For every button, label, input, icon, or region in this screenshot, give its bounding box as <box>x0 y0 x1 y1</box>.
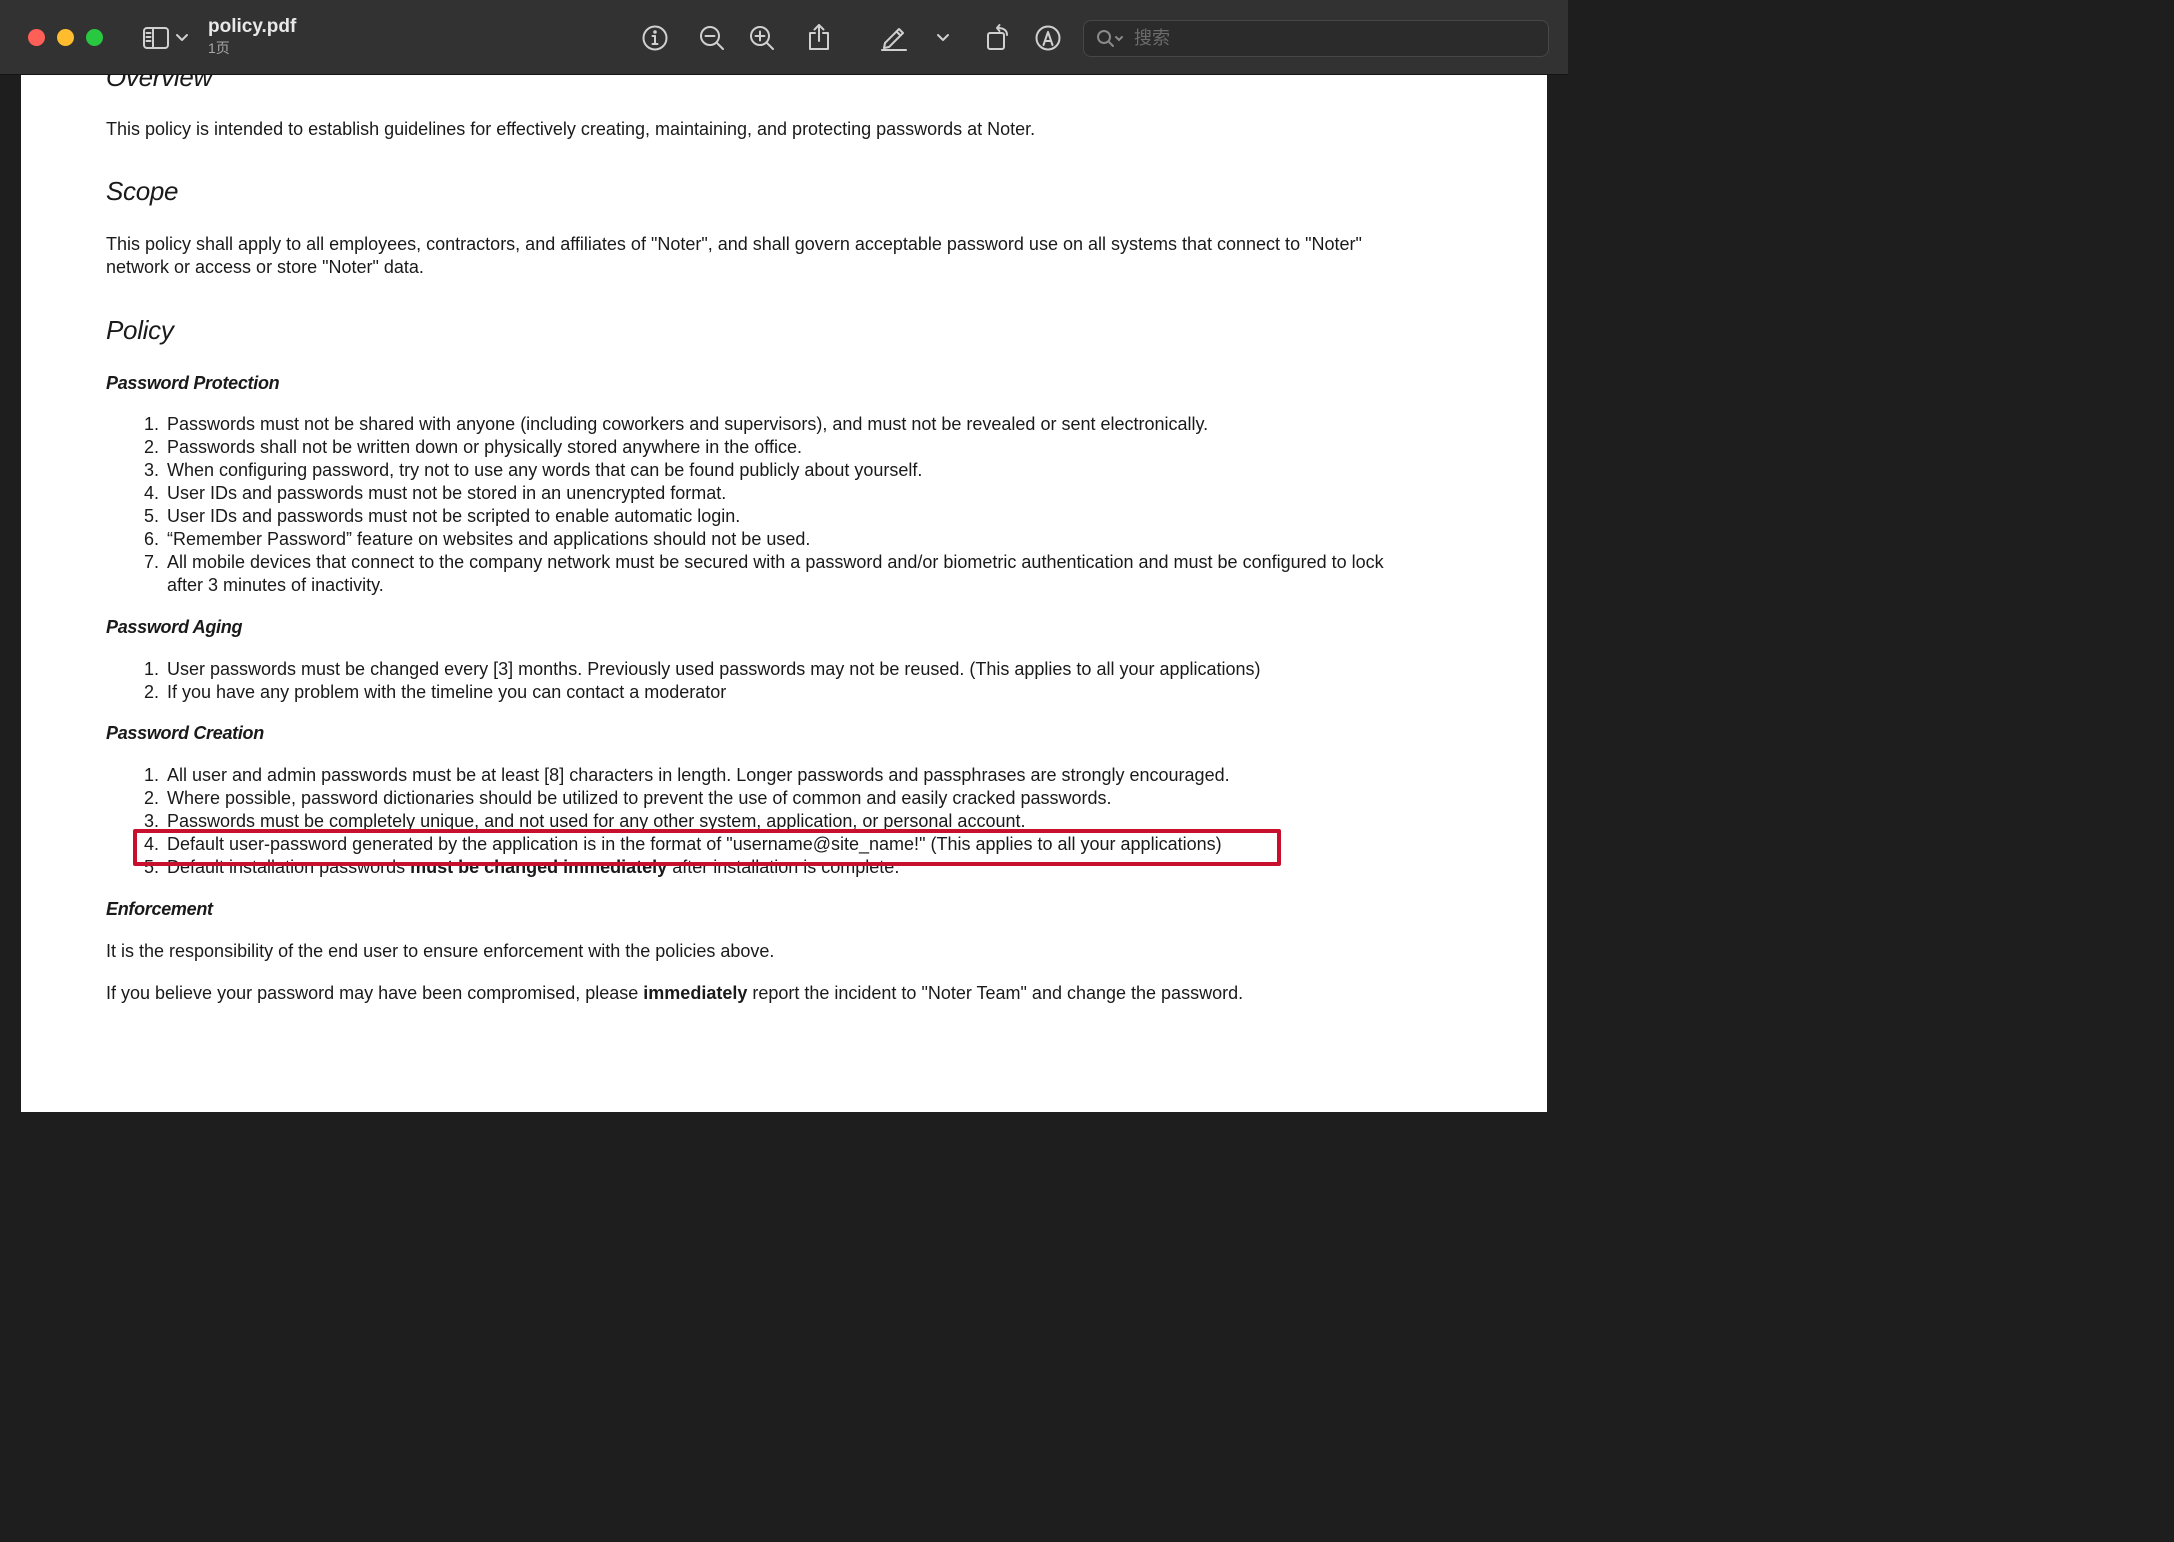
markup-button[interactable] <box>1032 22 1064 54</box>
list-number: 1. <box>143 414 159 434</box>
list-number: 4. <box>143 483 159 503</box>
text-bold: immediately <box>643 983 748 1003</box>
list-number: 3. <box>143 460 159 480</box>
list-text: User IDs and passwords must not be scrip… <box>167 506 741 526</box>
list-text: after 3 minutes of inactivity. <box>167 575 384 595</box>
highlight-options-button[interactable] <box>935 30 951 46</box>
sidebar-options-button[interactable] <box>174 30 190 46</box>
enforcement-text-2: If you believe your password may have be… <box>106 982 1243 1005</box>
document-title-block: policy.pdf 1页 <box>208 16 296 57</box>
overview-text: This policy is intended to establish gui… <box>106 119 1036 139</box>
markup-icon <box>1035 25 1061 51</box>
zoom-out-icon <box>700 26 724 50</box>
list-text: Where possible, password dictionaries sh… <box>167 788 1112 808</box>
search-field[interactable] <box>1083 20 1549 57</box>
list-text: If you have any problem with the timelin… <box>167 682 727 702</box>
highlight-pen-icon <box>881 28 907 51</box>
password-protection-heading: Password Protection <box>106 373 280 393</box>
share-button[interactable] <box>803 20 835 54</box>
enforcement-text: It is the responsibility of the end user… <box>106 941 775 961</box>
highlight-button[interactable] <box>877 21 911 53</box>
scope-text-line1: This policy shall apply to all employees… <box>106 234 1362 254</box>
share-icon <box>809 24 829 50</box>
pdf-page[interactable]: Overview This policy is intended to esta… <box>21 75 1547 1112</box>
list-text: “Remember Password” feature on websites … <box>167 529 811 549</box>
highlight-box <box>133 829 1281 866</box>
list-text: User passwords must be changed every [3]… <box>167 659 1261 679</box>
overview-heading: Overview <box>106 75 212 92</box>
list-number: 1. <box>143 765 159 785</box>
rotate-icon <box>987 24 1008 50</box>
list-number: 7. <box>143 552 159 572</box>
search-icon <box>1097 29 1123 47</box>
list-number: 1. <box>143 659 159 679</box>
chevron-down-icon <box>937 34 949 41</box>
sidebar-icon <box>143 27 169 49</box>
window-titlebar: policy.pdf 1页 <box>0 0 1568 75</box>
scope-heading: Scope <box>106 176 179 206</box>
zoom-in-button[interactable] <box>746 22 778 54</box>
list-text: Passwords shall not be written down or p… <box>167 437 802 457</box>
minimize-window-button[interactable] <box>57 29 74 46</box>
text-pre: If you believe your password may have be… <box>106 983 644 1003</box>
list-number: 2. <box>143 682 159 702</box>
rotate-button[interactable] <box>982 20 1014 54</box>
list-number: 2. <box>143 788 159 808</box>
list-text: All user and admin passwords must be at … <box>167 765 1230 785</box>
close-window-button[interactable] <box>28 29 45 46</box>
chevron-down-icon <box>176 34 188 41</box>
list-text: Passwords must not be shared with anyone… <box>167 414 1209 434</box>
text-post: report the incident to "Noter Team" and … <box>747 983 1244 1003</box>
zoom-out-button[interactable] <box>696 22 728 54</box>
list-number: 6. <box>143 529 159 549</box>
document-title: policy.pdf <box>208 16 297 37</box>
enforcement-heading: Enforcement <box>106 899 213 919</box>
page-count: 1页 <box>208 40 230 56</box>
list-text: User IDs and passwords must not be store… <box>167 483 727 503</box>
scope-text-line2: network or access or store "Noter" data. <box>106 257 424 277</box>
search-input[interactable] <box>1132 27 1516 50</box>
search-icon-wrapper <box>1096 29 1124 49</box>
list-number: 5. <box>143 506 159 526</box>
list-text: All mobile devices that connect to the c… <box>167 552 1384 572</box>
list-number: 2. <box>143 437 159 457</box>
sidebar-toggle-button[interactable] <box>140 24 172 52</box>
password-creation-heading: Password Creation <box>106 723 264 743</box>
password-aging-heading: Password Aging <box>106 617 243 637</box>
info-button[interactable] <box>639 22 671 54</box>
policy-heading: Policy <box>106 315 174 345</box>
zoom-in-icon <box>750 26 774 50</box>
list-text: When configuring password, try not to us… <box>167 460 923 480</box>
maximize-window-button[interactable] <box>86 29 103 46</box>
info-icon <box>642 25 668 51</box>
